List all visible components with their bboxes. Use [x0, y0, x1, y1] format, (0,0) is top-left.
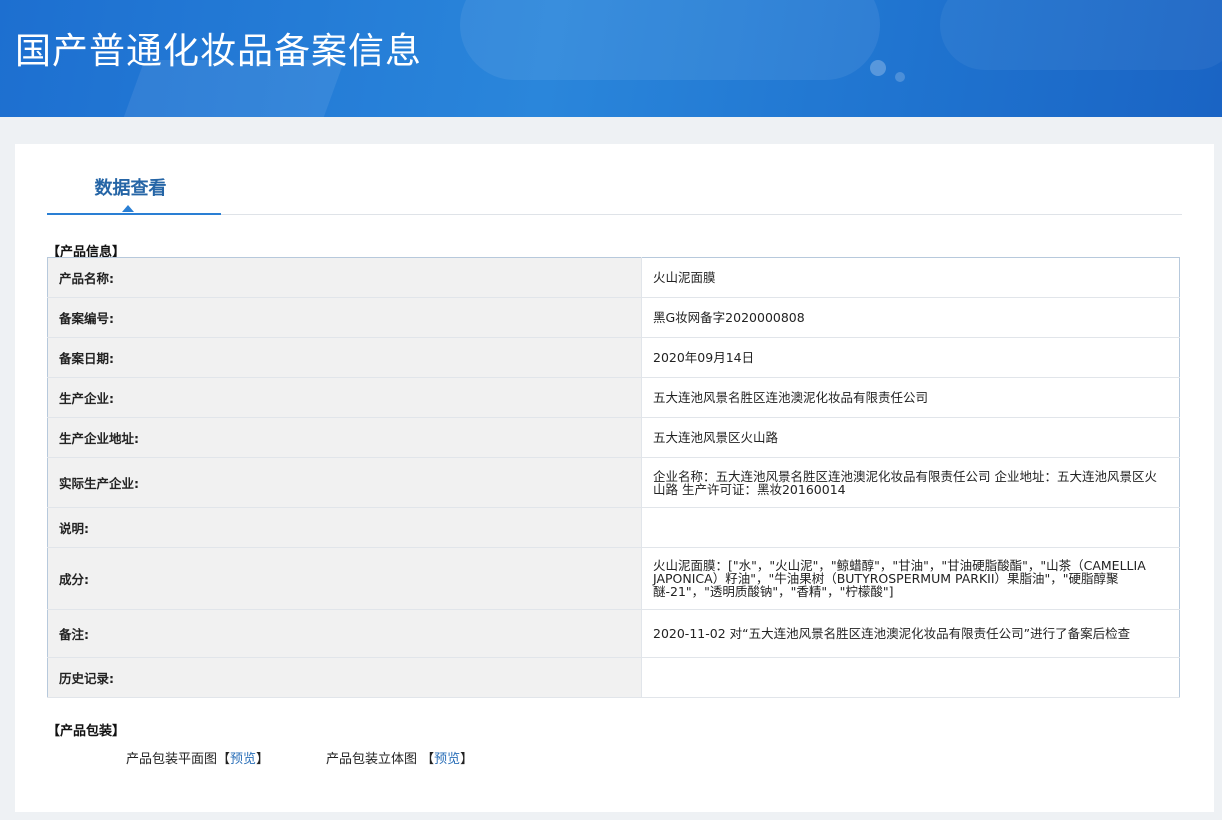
bracket-close: 】 [460, 752, 474, 767]
packaging-flat-label: 产品包装平面图 [126, 752, 218, 767]
row-label: 备案日期: [47, 337, 642, 378]
row-label: 产品名称: [47, 257, 642, 298]
bracket-open: 【 [421, 752, 435, 767]
table-row: 产品名称: 火山泥面膜 [47, 257, 1180, 298]
preview-3d-link[interactable]: 预览 [434, 752, 460, 767]
packaging-3d-item: 产品包装立体图 【预览】 [326, 748, 473, 767]
row-label: 生产企业地址: [47, 417, 642, 458]
row-value: 火山泥面膜 [641, 257, 1180, 298]
packaging-flat-item: 产品包装平面图【预览】 [126, 748, 269, 767]
tab-data-view[interactable]: 数据查看 [47, 144, 221, 215]
row-label: 实际生产企业: [47, 457, 642, 508]
row-value: 火山泥面膜：["水"，"火山泥"，"鲸蜡醇"，"甘油"，"甘油硬脂酸酯"，"山茶… [641, 547, 1180, 610]
row-label: 说明: [47, 507, 642, 548]
banner-decoration [870, 60, 886, 76]
table-row: 备案日期: 2020年09月14日 [47, 337, 1180, 378]
banner-decoration [895, 72, 905, 82]
packaging-section-title: 【产品包装】 [47, 724, 126, 739]
banner-decoration [460, 0, 880, 80]
table-row: 备案编号: 黑G妆网备字2020000808 [47, 297, 1180, 338]
bracket-close: 】 [256, 752, 270, 767]
row-label: 备案编号: [47, 297, 642, 338]
row-label: 备注: [47, 609, 642, 658]
row-value: 五大连池风景区火山路 [641, 417, 1180, 458]
packaging-3d-label: 产品包装立体图 [326, 752, 422, 767]
row-label: 成分: [47, 547, 642, 610]
row-value: 黑G妆网备字2020000808 [641, 297, 1180, 338]
row-label: 历史记录: [47, 657, 642, 698]
tab-bar: 数据查看 [47, 144, 1182, 215]
table-row: 备注: 2020-11-02 对“五大连池风景名胜区连池澳泥化妆品有限责任公司”… [47, 609, 1180, 658]
table-row: 成分: 火山泥面膜：["水"，"火山泥"，"鲸蜡醇"，"甘油"，"甘油硬脂酸酯"… [47, 547, 1180, 610]
row-value: 企业名称：五大连池风景名胜区连池澳泥化妆品有限责任公司 企业地址：五大连池风景区… [641, 457, 1180, 508]
row-label: 生产企业: [47, 377, 642, 418]
table-row: 生产企业地址: 五大连池风景区火山路 [47, 417, 1180, 458]
row-value: 五大连池风景名胜区连池澳泥化妆品有限责任公司 [641, 377, 1180, 418]
table-row: 生产企业: 五大连池风景名胜区连池澳泥化妆品有限责任公司 [47, 377, 1180, 418]
tab-active-caret [122, 205, 134, 212]
header-banner: 国产普通化妆品备案信息 [0, 0, 1222, 117]
bracket-open: 【 [217, 752, 231, 767]
row-value: 2020年09月14日 [641, 337, 1180, 378]
table-row: 实际生产企业: 企业名称：五大连池风景名胜区连池澳泥化妆品有限责任公司 企业地址… [47, 457, 1180, 508]
tab-label: 数据查看 [94, 178, 167, 199]
table-row: 历史记录: [47, 657, 1180, 698]
preview-flat-link[interactable]: 预览 [230, 752, 256, 767]
row-value [641, 657, 1180, 698]
table-row: 说明: [47, 507, 1180, 548]
page-title: 国产普通化妆品备案信息 [15, 31, 423, 72]
row-value: 2020-11-02 对“五大连池风景名胜区连池澳泥化妆品有限责任公司”进行了备… [641, 609, 1180, 658]
content-panel: 数据查看 【产品信息】 产品名称: 火山泥面膜 备案编号: 黑G妆网备字2020… [15, 144, 1214, 812]
row-value [641, 507, 1180, 548]
product-info-table: 产品名称: 火山泥面膜 备案编号: 黑G妆网备字2020000808 备案日期:… [47, 257, 1180, 698]
banner-decoration [940, 0, 1222, 70]
